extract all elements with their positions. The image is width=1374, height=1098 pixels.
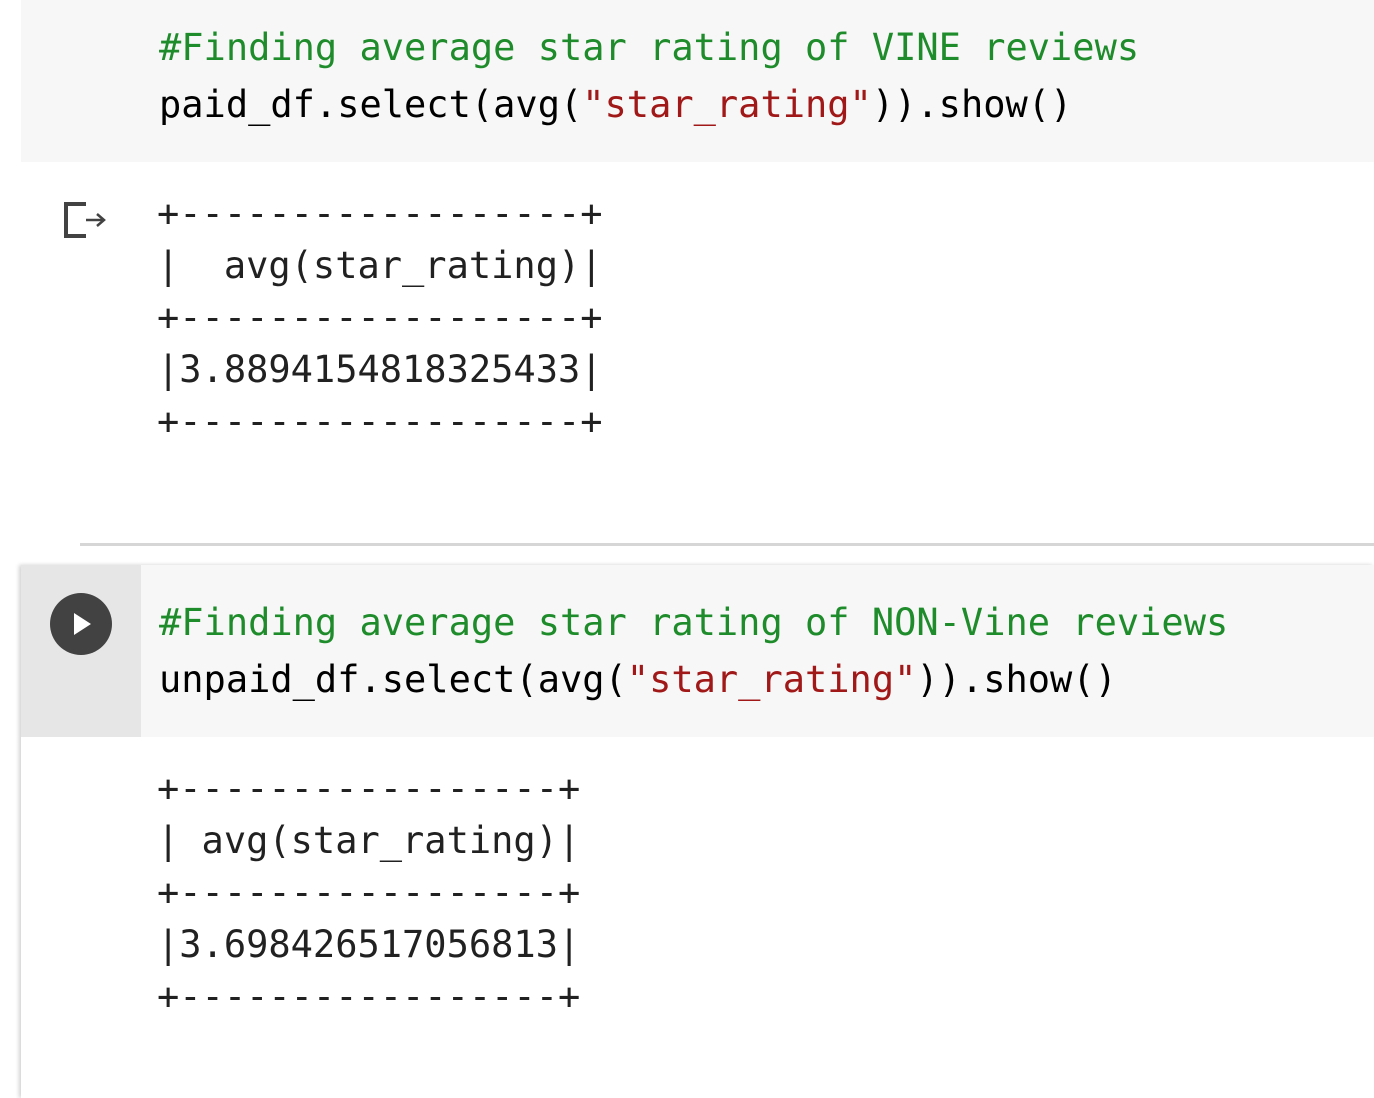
cell-output-1: +------------------+ | avg(star_rating)|… xyxy=(157,192,603,443)
code-comment-2: #Finding average star rating of NON-Vine… xyxy=(159,601,1229,644)
code-editor-2-area[interactable]: #Finding average star rating of NON-Vine… xyxy=(141,565,1374,737)
run-cell-button[interactable] xyxy=(50,593,112,655)
code-string-1: "star_rating" xyxy=(582,83,872,126)
code-editor-2[interactable]: #Finding average star rating of NON-Vine… xyxy=(159,594,1228,708)
code-text-2b: )).show() xyxy=(916,658,1117,701)
code-comment-1: #Finding average star rating of VINE rev… xyxy=(159,26,1140,69)
code-cell-2[interactable]: #Finding average star rating of NON-Vine… xyxy=(21,565,1374,1098)
code-cell-1[interactable]: #Finding average star rating of VINE rev… xyxy=(21,0,1374,162)
play-icon xyxy=(74,613,91,635)
output-redirect-icon[interactable] xyxy=(62,198,110,242)
cell-gutter xyxy=(21,565,141,737)
notebook-page: #Finding average star rating of VINE rev… xyxy=(0,0,1374,1098)
code-editor-1[interactable]: #Finding average star rating of VINE rev… xyxy=(159,19,1139,133)
code-text-1b: )).show() xyxy=(871,83,1073,126)
cell-divider xyxy=(80,543,1374,546)
code-string-2: "star_rating" xyxy=(626,658,917,701)
cell-output-2: +-----------------+ | avg(star_rating)| … xyxy=(157,767,581,1018)
code-text-2a: unpaid_df.select(avg( xyxy=(159,658,627,701)
code-text-1a: paid_df.select(avg( xyxy=(159,83,583,126)
